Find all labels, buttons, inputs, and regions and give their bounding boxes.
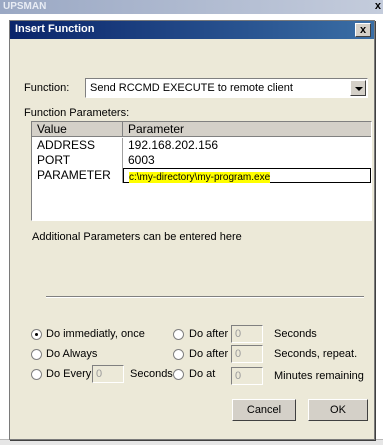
do-every-unit: Seconds <box>130 368 173 380</box>
do-at-unit: Minutes remaining <box>274 370 364 382</box>
cell-value[interactable]: ADDRESS <box>32 138 123 153</box>
cell-parameter-editor[interactable]: c:\my-directory\my-program.exe <box>123 168 371 183</box>
ok-button[interactable]: OK <box>308 399 368 421</box>
table-row[interactable]: PORT 6003 <box>32 153 371 168</box>
cell-value[interactable]: PORT <box>32 153 123 168</box>
radio-do-after-seconds[interactable] <box>173 329 184 340</box>
do-after-repeat-input[interactable]: 0 <box>231 345 263 363</box>
parameter-edit-text[interactable]: c:\my-directory\my-program.exe <box>129 172 271 183</box>
background-window-title: UPSMAN <box>3 1 47 12</box>
do-after-seconds-input[interactable]: 0 <box>231 325 263 343</box>
insert-function-dialog: Insert Function x Function: Send RCCMD E… <box>9 20 375 440</box>
table-row[interactable]: ADDRESS 192.168.202.156 <box>32 138 371 153</box>
grid-header: Value Parameter <box>32 122 371 137</box>
column-header-parameter[interactable]: Parameter <box>123 122 371 137</box>
radio-do-every[interactable] <box>31 369 42 380</box>
function-parameters-label: Function Parameters: <box>24 107 130 119</box>
function-select-value: Send RCCMD EXECUTE to remote client <box>90 82 293 94</box>
column-header-value[interactable]: Value <box>32 122 123 137</box>
radio-label-do-every[interactable]: Do Every <box>46 368 91 380</box>
dialog-titlebar[interactable]: Insert Function x <box>10 21 374 39</box>
parameters-grid[interactable]: Value Parameter ADDRESS 192.168.202.156 … <box>31 121 372 221</box>
table-row[interactable]: PARAMETER c:\my-directory\my-program.exe <box>32 168 371 183</box>
dialog-title: Insert Function <box>15 23 95 35</box>
radio-do-after-repeat[interactable] <box>173 349 184 360</box>
do-after-seconds-unit: Seconds <box>274 328 317 340</box>
do-every-input[interactable]: 0 <box>92 365 124 383</box>
background-close-icon[interactable]: x <box>375 0 381 12</box>
radio-do-always[interactable] <box>31 349 42 360</box>
radio-do-immediately[interactable] <box>31 329 42 340</box>
radio-label-do-after-repeat[interactable]: Do after <box>189 348 228 360</box>
additional-parameters-note: Additional Parameters can be entered her… <box>32 231 242 243</box>
close-icon[interactable]: x <box>355 23 371 37</box>
chevron-down-icon[interactable] <box>350 80 366 96</box>
divider <box>46 296 364 298</box>
background-window-titlebar: UPSMAN x <box>0 0 383 14</box>
cancel-button[interactable]: Cancel <box>232 399 296 421</box>
radio-do-at[interactable] <box>173 369 184 380</box>
cell-parameter[interactable]: 192.168.202.156 <box>123 138 371 153</box>
cell-value[interactable]: PARAMETER <box>32 168 123 183</box>
radio-label-do-at[interactable]: Do at <box>189 368 215 380</box>
do-after-repeat-unit: Seconds, repeat. <box>274 348 358 360</box>
function-label: Function: <box>24 82 70 94</box>
radio-label-do-immediately[interactable]: Do immediatly, once <box>46 328 145 340</box>
radio-label-do-after-seconds[interactable]: Do after <box>189 328 228 340</box>
cell-parameter[interactable]: 6003 <box>123 153 371 168</box>
function-select[interactable]: Send RCCMD EXECUTE to remote client <box>85 78 368 98</box>
do-at-input[interactable]: 0 <box>231 367 263 385</box>
radio-label-do-always[interactable]: Do Always <box>46 348 97 360</box>
